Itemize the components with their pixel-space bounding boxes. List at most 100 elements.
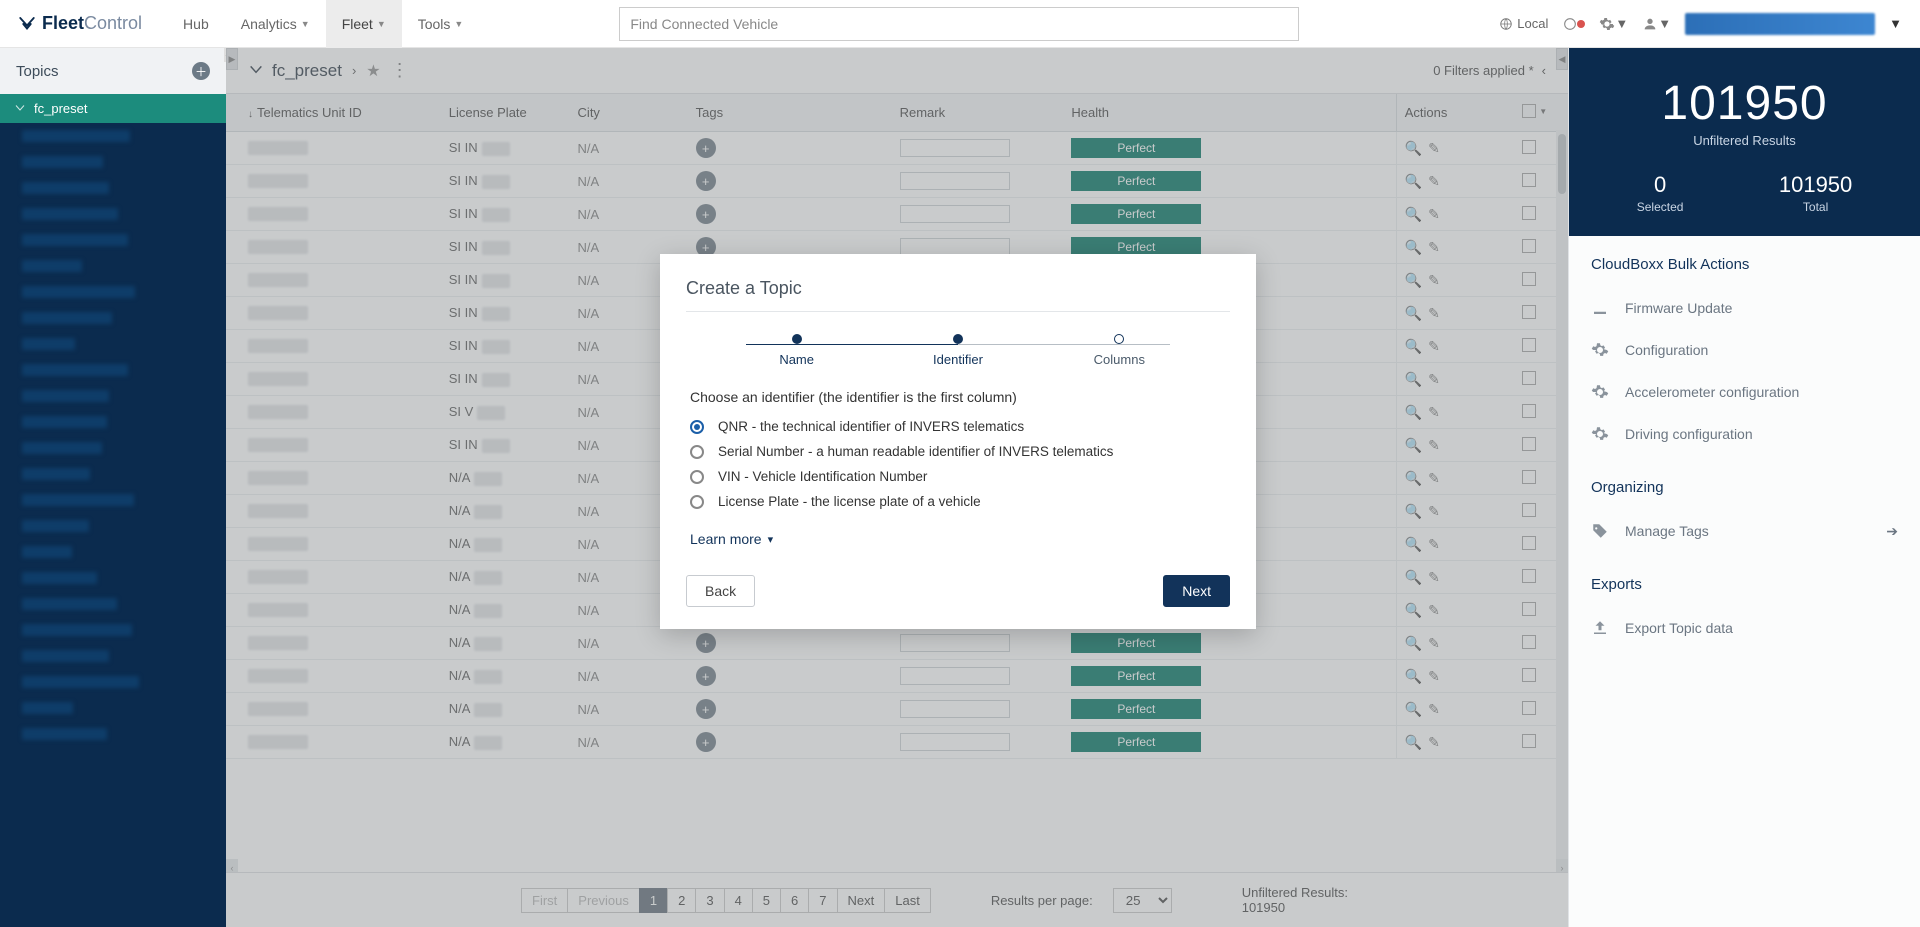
sidebar-item[interactable] <box>0 253 226 279</box>
row-checkbox[interactable] <box>1522 206 1536 220</box>
row-edit-icon[interactable]: ✎ <box>1428 305 1440 321</box>
step-columns[interactable]: Columns <box>1039 334 1200 367</box>
row-edit-icon[interactable]: ✎ <box>1428 140 1440 156</box>
add-tag-button[interactable]: + <box>696 699 716 719</box>
sidebar-item[interactable] <box>0 175 226 201</box>
row-edit-icon[interactable]: ✎ <box>1428 734 1440 750</box>
add-tag-button[interactable]: + <box>696 633 716 653</box>
sidebar-item[interactable] <box>0 513 226 539</box>
row-checkbox[interactable] <box>1522 470 1536 484</box>
search-input[interactable] <box>619 7 1299 41</box>
row-search-icon[interactable]: 🔍 <box>1405 173 1422 189</box>
table-row[interactable]: N/AN/A+Perfect🔍✎ <box>226 660 1568 693</box>
col-plate[interactable]: License Plate <box>441 94 570 132</box>
row-checkbox[interactable] <box>1522 734 1536 748</box>
row-edit-icon[interactable]: ✎ <box>1428 536 1440 552</box>
table-row[interactable]: SI INN/A+Perfect🔍✎ <box>226 165 1568 198</box>
user-menu[interactable]: ▼ <box>1642 16 1671 32</box>
row-checkbox[interactable] <box>1522 536 1536 550</box>
remark-input[interactable] <box>900 139 1010 157</box>
row-checkbox[interactable] <box>1522 635 1536 649</box>
table-row[interactable]: SI INN/A+Perfect🔍✎ <box>226 198 1568 231</box>
sidebar-item[interactable] <box>0 669 226 695</box>
remark-input[interactable] <box>900 667 1010 685</box>
row-edit-icon[interactable]: ✎ <box>1428 602 1440 618</box>
row-search-icon[interactable]: 🔍 <box>1405 371 1422 387</box>
panel-expand-left[interactable]: ▶ <box>226 48 238 70</box>
row-edit-icon[interactable]: ✎ <box>1428 503 1440 519</box>
col-tags[interactable]: Tags <box>688 94 892 132</box>
page-first[interactable]: First <box>521 888 568 913</box>
col-city[interactable]: City <box>570 94 688 132</box>
action-manage-tags[interactable]: Manage Tags ➔ <box>1591 510 1898 552</box>
select-all-checkbox[interactable] <box>1522 104 1536 118</box>
row-search-icon[interactable]: 🔍 <box>1405 734 1422 750</box>
row-checkbox[interactable] <box>1522 371 1536 385</box>
row-search-icon[interactable]: 🔍 <box>1405 272 1422 288</box>
row-search-icon[interactable]: 🔍 <box>1405 635 1422 651</box>
sidebar-item[interactable] <box>0 487 226 513</box>
col-health[interactable]: Health <box>1063 94 1396 132</box>
add-tag-button[interactable]: + <box>696 666 716 686</box>
add-tag-button[interactable]: + <box>696 171 716 191</box>
action-accelerometer[interactable]: Accelerometer configuration <box>1591 371 1898 413</box>
table-row[interactable]: SI INN/A+Perfect🔍✎ <box>226 132 1568 165</box>
sidebar-item[interactable] <box>0 617 226 643</box>
sidebar-item[interactable] <box>0 539 226 565</box>
row-edit-icon[interactable]: ✎ <box>1428 206 1440 222</box>
page-prev[interactable]: Previous <box>567 888 640 913</box>
row-checkbox[interactable] <box>1522 173 1536 187</box>
radio-plate[interactable]: License Plate - the license plate of a v… <box>690 494 1226 509</box>
page-2[interactable]: 2 <box>667 888 696 913</box>
vertical-scrollbar[interactable] <box>1556 130 1568 877</box>
row-checkbox[interactable] <box>1522 668 1536 682</box>
row-edit-icon[interactable]: ✎ <box>1428 635 1440 651</box>
row-checkbox[interactable] <box>1522 404 1536 418</box>
row-search-icon[interactable]: 🔍 <box>1405 470 1422 486</box>
row-search-icon[interactable]: 🔍 <box>1405 668 1422 684</box>
topic-menu-button[interactable]: ⋮ <box>391 60 409 81</box>
sidebar-item[interactable] <box>0 409 226 435</box>
row-edit-icon[interactable]: ✎ <box>1428 701 1440 717</box>
sidebar-item[interactable] <box>0 565 226 591</box>
row-search-icon[interactable]: 🔍 <box>1405 404 1422 420</box>
row-search-icon[interactable]: 🔍 <box>1405 701 1422 717</box>
row-edit-icon[interactable]: ✎ <box>1428 173 1440 189</box>
row-checkbox[interactable] <box>1522 338 1536 352</box>
row-checkbox[interactable] <box>1522 569 1536 583</box>
row-search-icon[interactable]: 🔍 <box>1405 206 1422 222</box>
sidebar-item[interactable] <box>0 435 226 461</box>
add-tag-button[interactable]: + <box>696 204 716 224</box>
row-search-icon[interactable]: 🔍 <box>1405 338 1422 354</box>
row-checkbox[interactable] <box>1522 140 1536 154</box>
sort-icon[interactable]: ↓ <box>248 109 253 120</box>
row-edit-icon[interactable]: ✎ <box>1428 404 1440 420</box>
row-search-icon[interactable]: 🔍 <box>1405 536 1422 552</box>
page-7[interactable]: 7 <box>808 888 837 913</box>
col-telematics[interactable]: Telematics Unit ID <box>257 105 362 120</box>
notifications-button[interactable] <box>1562 16 1585 32</box>
brand-logo[interactable]: FleetControl <box>18 13 142 34</box>
sidebar-item[interactable] <box>0 305 226 331</box>
remark-input[interactable] <box>900 634 1010 652</box>
row-search-icon[interactable]: 🔍 <box>1405 602 1422 618</box>
row-checkbox[interactable] <box>1522 701 1536 715</box>
row-checkbox[interactable] <box>1522 437 1536 451</box>
row-checkbox[interactable] <box>1522 239 1536 253</box>
row-edit-icon[interactable]: ✎ <box>1428 272 1440 288</box>
step-name[interactable]: Name <box>716 334 877 367</box>
page-last[interactable]: Last <box>884 888 931 913</box>
add-topic-button[interactable]: ＋ <box>192 62 210 80</box>
remark-input[interactable] <box>900 733 1010 751</box>
locale-selector[interactable]: Local <box>1499 16 1548 31</box>
sidebar-item[interactable] <box>0 357 226 383</box>
radio-vin[interactable]: VIN - Vehicle Identification Number <box>690 469 1226 484</box>
page-6[interactable]: 6 <box>780 888 809 913</box>
sidebar-item[interactable] <box>0 227 226 253</box>
row-checkbox[interactable] <box>1522 602 1536 616</box>
row-search-icon[interactable]: 🔍 <box>1405 503 1422 519</box>
filters-applied-button[interactable]: 0 Filters applied * ‹ <box>1433 63 1546 78</box>
col-remark[interactable]: Remark <box>892 94 1064 132</box>
radio-qnr[interactable]: QNR - the technical identifier of INVERS… <box>690 419 1226 434</box>
add-tag-button[interactable]: + <box>696 732 716 752</box>
